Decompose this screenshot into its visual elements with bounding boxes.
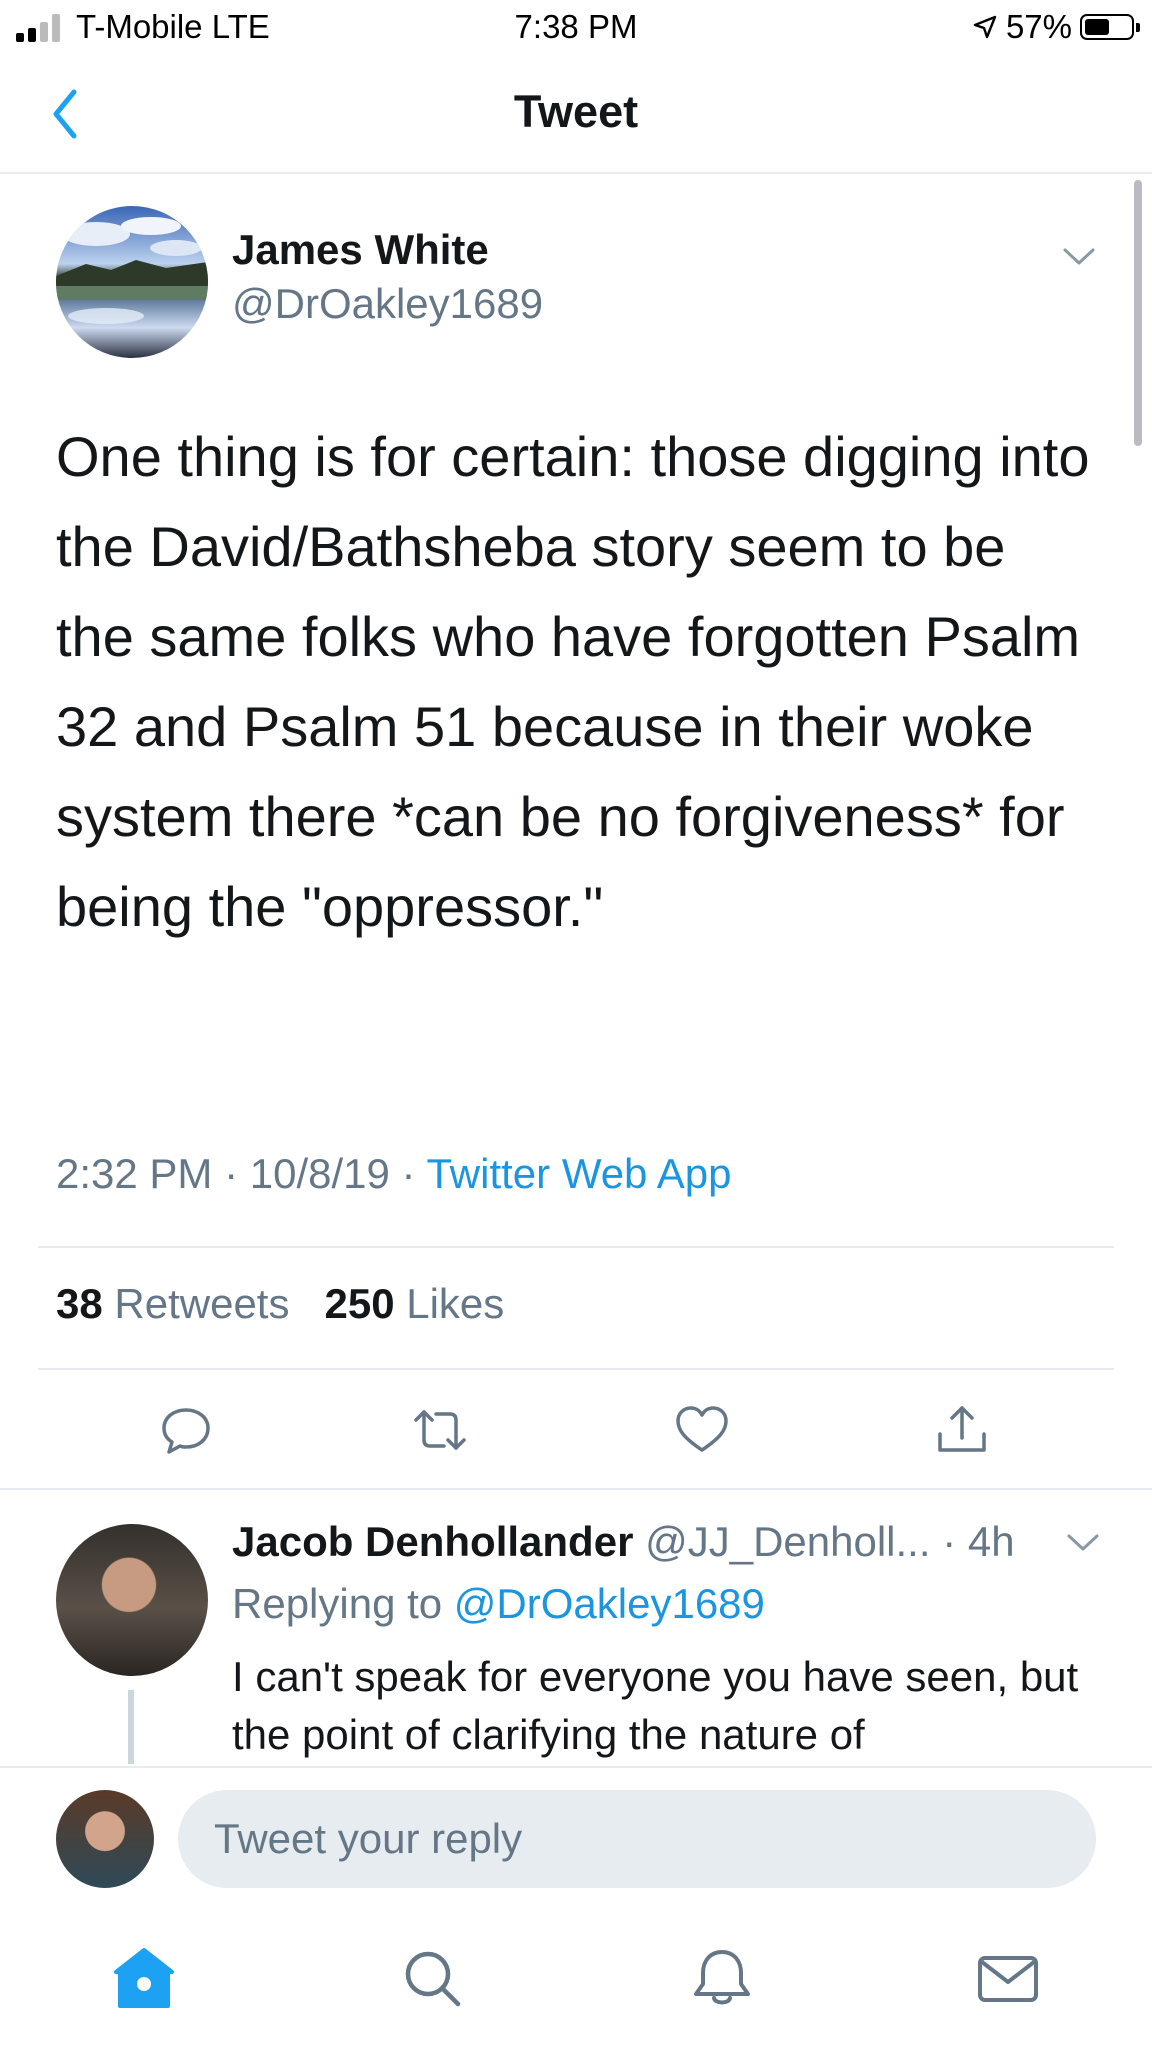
- battery-percent: 57%: [1005, 8, 1072, 45]
- divider: [38, 1246, 1114, 1248]
- reply-options-chevron-down-icon[interactable]: [1066, 1532, 1100, 1554]
- reply-age: 4h: [967, 1518, 1015, 1565]
- messages-icon[interactable]: [976, 1946, 1040, 2010]
- tweet-metadata: 2:32 PM · 10/8/19 · Twitter Web App: [56, 1150, 732, 1197]
- reply-text: I can't speak for everyone you have seen…: [232, 1653, 1079, 1758]
- retweets-label: Retweets: [114, 1280, 290, 1327]
- divider: [0, 1488, 1152, 1490]
- share-icon[interactable]: [934, 1402, 990, 1458]
- battery-icon: [1080, 14, 1140, 40]
- reply-author-name[interactable]: Jacob Denhollander: [232, 1518, 633, 1565]
- battery-status: 57%: [972, 8, 1140, 46]
- thread-line: [128, 1690, 134, 1764]
- avatar-landscape-image: [56, 217, 208, 324]
- page-title: Tweet: [513, 86, 639, 137]
- current-user-avatar[interactable]: [56, 1790, 154, 1888]
- home-icon[interactable]: [112, 1946, 176, 2010]
- reply-icon[interactable]: [158, 1402, 214, 1458]
- tweet-options-chevron-down-icon[interactable]: [1062, 246, 1096, 268]
- retweets-stat[interactable]: 38 Retweets: [56, 1280, 289, 1327]
- tweet-text: One thing is for certain: those digging …: [56, 425, 1090, 938]
- notifications-icon[interactable]: [690, 1946, 754, 2010]
- replying-to-handle[interactable]: @DrOakley1689: [454, 1580, 765, 1627]
- likes-count: 250: [324, 1280, 395, 1327]
- reply-author-handle[interactable]: @JJ_Denholl...: [645, 1518, 930, 1565]
- reply-input[interactable]: [178, 1790, 1096, 1888]
- likes-stat[interactable]: 250 Likes: [324, 1280, 504, 1327]
- tweet-date: 10/8/19: [249, 1150, 390, 1197]
- retweet-icon[interactable]: [412, 1402, 468, 1458]
- top-navigation-bar: Tweet: [0, 56, 1152, 174]
- author-name[interactable]: James White: [232, 226, 489, 274]
- tweet-stats: 38 Retweets 250 Likes: [56, 1280, 504, 1328]
- reply-author-avatar[interactable]: [56, 1524, 208, 1676]
- replying-to-prefix: Replying to: [232, 1580, 443, 1627]
- status-bar: T-Mobile LTE 7:38 PM 57%: [0, 0, 1152, 56]
- author-handle[interactable]: @DrOakley1689: [232, 280, 543, 328]
- replying-to-line: Replying to @DrOakley1689: [232, 1580, 765, 1628]
- location-arrow-icon: [973, 15, 997, 39]
- likes-label: Likes: [406, 1280, 505, 1327]
- scrollbar[interactable]: [1134, 180, 1142, 446]
- tweet-source-link[interactable]: Twitter Web App: [426, 1150, 731, 1197]
- search-icon[interactable]: [400, 1946, 464, 2010]
- retweets-count: 38: [56, 1280, 103, 1327]
- reply-header: Jacob Denhollander @JJ_Denholl... · 4h: [232, 1518, 1015, 1565]
- divider: [38, 1368, 1114, 1370]
- tweet-time: 2:32 PM: [56, 1150, 213, 1197]
- like-icon[interactable]: [674, 1402, 730, 1458]
- author-avatar[interactable]: [56, 206, 208, 358]
